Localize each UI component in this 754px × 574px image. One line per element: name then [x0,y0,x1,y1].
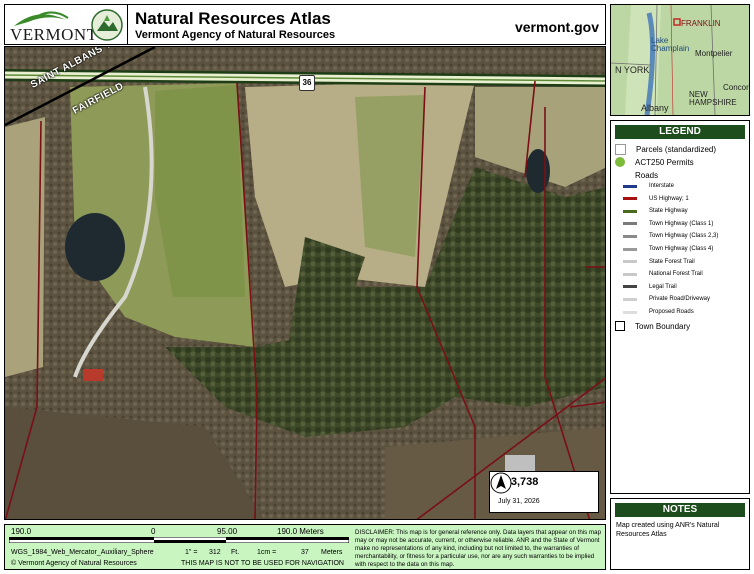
legend-title: LEGEND [615,125,745,139]
legend-label: Town Highway (Class 2,3) [649,233,719,240]
road-line-swatch-icon [623,209,637,213]
legend-road-item: Interstate [623,183,674,189]
scale-label-left: 190.0 [11,527,32,536]
scale-label-mid: 95.00 [217,527,238,536]
map-footer: 190.0 0 95.00 190.0 Meters WGS_1984_Web_… [4,524,606,570]
cm-value: 37 [301,549,309,556]
anr-logo [91,9,123,41]
inset-label: Albany [641,103,669,113]
inch-label: 1" = [185,549,198,556]
north-arrow-icon [490,472,512,494]
legend-panel: LEGEND Parcels (standardized) ACT250 Per… [610,120,750,494]
legend-road-item: US Highway; 1 [623,196,689,202]
notes-text: Map created using ANR's Natural Resource… [616,522,720,538]
legend-item-parcels: Parcels (standardized) [615,144,716,155]
scale-label-right: 190.0 Meters [277,527,324,536]
scale-label-zero: 0 [151,527,156,536]
road-line-swatch-icon [623,310,637,314]
page-subtitle: Vermont Agency of Natural Resources [135,29,336,41]
road-line-swatch-icon [623,247,637,251]
map-date: July 31, 2026 [498,498,540,505]
town-boundary-swatch-icon [615,321,625,331]
header-divider [127,5,128,44]
legend-item-town-boundary: Town Boundary [615,321,690,331]
legend-label: Proposed Roads [649,309,694,315]
legend-label: ACT250 Permits [635,157,694,167]
legend-road-item: State Forest Trail [623,259,695,265]
notes-title: NOTES [615,503,745,517]
page-title: Natural Resources Atlas [135,9,331,28]
scale-bar [9,537,349,543]
legend-road-item: Proposed Roads [623,309,694,315]
inset-locator-map: FRANKLIN Lake Champlain Montpelier N YOR… [610,4,750,116]
road-line-swatch-icon [623,272,637,276]
legend-road-item: Town Highway (Class 2,3) [623,233,718,239]
legend-item-act250: ACT250 Permits [615,157,694,167]
copyright: © Vermont Agency of Natural Resources [11,560,137,567]
legend-label: Private Road/Driveway [649,296,711,303]
legend-road-item: Private Road/Driveway [623,296,710,302]
legend-label: Legal Trail [649,283,677,290]
map-view[interactable]: SAINT ALBANS TOWN FAIRFIELD 36 1: 3,738 … [4,46,606,520]
legend-label: Parcels (standardized) [636,145,717,154]
legend-road-item: Town Highway (Class 1) [623,221,713,227]
notes-panel: NOTES Map created using ANR's Natural Re… [610,498,750,570]
route-shield: 36 [299,75,315,91]
legend-road-item: Legal Trail [623,284,677,290]
anr-seal-icon [91,9,123,41]
legend-label: Town Boundary [635,321,691,331]
legend-label: Interstate [649,183,675,189]
disclaimer: DISCLAIMER: This map is for general refe… [355,529,602,568]
inset-label: FRANKLIN [681,19,721,28]
cm-unit: Meters [321,549,343,556]
map-header: VERMONT Natural Resources Atlas Vermont … [4,4,606,45]
inset-label: N YORK [615,65,650,75]
inch-value: 312 [209,549,221,556]
legend-road-item: State Highway [623,208,688,214]
road-line-swatch-icon [623,197,637,201]
legend-label: Town Highway (Class 4) [649,246,714,252]
site-link[interactable]: vermont.gov [515,19,599,35]
navigation-warning: THIS MAP IS NOT TO BE USED FOR NAVIGATIO… [181,560,344,567]
legend-roads-heading: Roads [635,171,659,180]
cm-label: 1cm = [257,549,277,556]
road-line-swatch-icon [623,297,637,301]
logo-text: VERMONT [10,25,98,44]
legend-road-item: National Forest Trail [623,271,703,277]
scale-box: 1: 3,738 July 31, 2026 [489,471,599,513]
inch-unit: Ft. [231,549,240,556]
road-line-swatch-icon [623,222,637,226]
legend-label: US Highway; 1 [649,195,689,202]
road-line-swatch-icon [623,184,637,188]
road-line-swatch-icon [623,234,637,238]
legend-road-item: Town Highway (Class 4) [623,246,713,252]
legend-label: Town Highway (Class 1) [649,220,714,227]
parcel-swatch-icon [615,144,626,155]
projection-label: WGS_1984_Web_Mercator_Auxiliary_Sphere [11,549,154,556]
vermont-logo: VERMONT [8,8,97,44]
legend-label: National Forest Trail [649,271,703,278]
road-line-swatch-icon [623,260,637,264]
inset-label: NEW HAMPSHIRE [689,90,737,107]
act250-permit-icon [615,157,625,167]
road-line-swatch-icon [623,285,637,289]
legend-label: State Forest Trail [649,258,695,265]
legend-label: State Highway [649,208,688,215]
aerial-imagery [5,47,605,519]
inset-label: Lake Champlain [651,36,690,53]
inset-label: Montpelier [695,49,733,58]
inset-label: Concord [723,83,749,92]
